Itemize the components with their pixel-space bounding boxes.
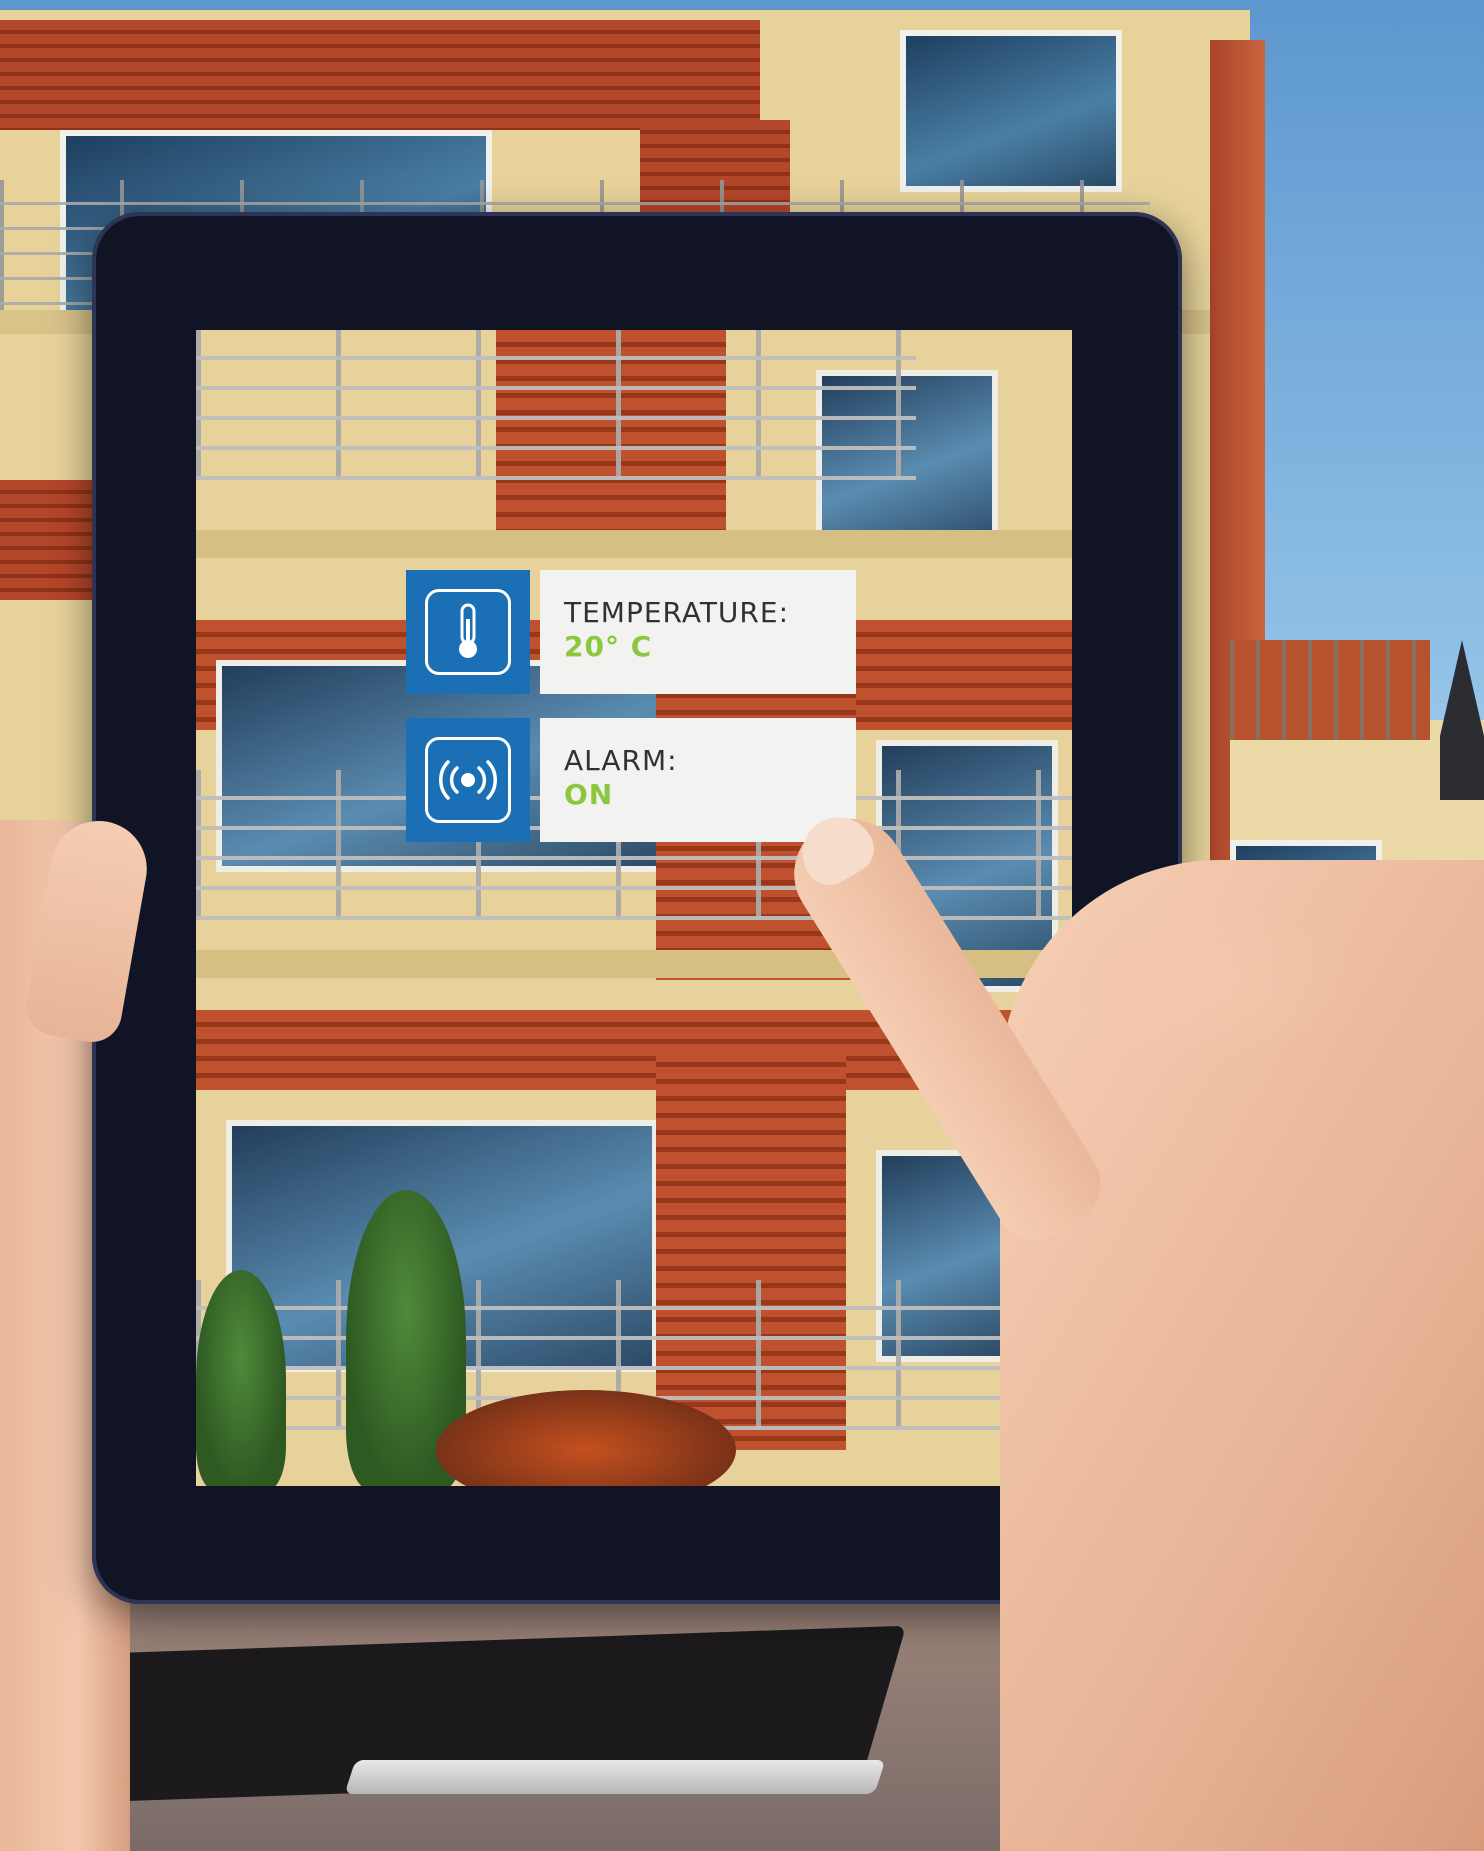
temperature-value: 20° C [564, 630, 653, 663]
annex-railing [1230, 640, 1430, 740]
temperature-card[interactable]: TEMPERATURE: 20° C [406, 570, 856, 694]
building-window [900, 30, 1122, 192]
thermometer-icon [425, 589, 511, 675]
right-hand-knuckles [1080, 880, 1380, 1080]
alarm-card-body: ALARM: ON [540, 718, 856, 842]
alarm-value: ON [564, 778, 614, 811]
building-wood-panel [0, 20, 760, 130]
alarm-icon-tile[interactable] [406, 718, 530, 842]
tablet-screen [196, 330, 1072, 1486]
screen-tree [196, 1270, 286, 1486]
screen-floor-slab [196, 530, 1072, 558]
temperature-card-body: TEMPERATURE: 20° C [540, 570, 856, 694]
photo-scene: TEMPERATURE: 20° C ALARM: ON [0, 0, 1484, 1851]
alarm-broadcast-icon [425, 737, 511, 823]
alarm-label: ALARM: [564, 744, 678, 777]
alarm-card[interactable]: ALARM: ON [406, 718, 856, 842]
temperature-label: TEMPERATURE: [564, 596, 790, 629]
phone-on-table [344, 1760, 886, 1794]
temperature-icon-tile[interactable] [406, 570, 530, 694]
screen-railing [196, 330, 916, 480]
